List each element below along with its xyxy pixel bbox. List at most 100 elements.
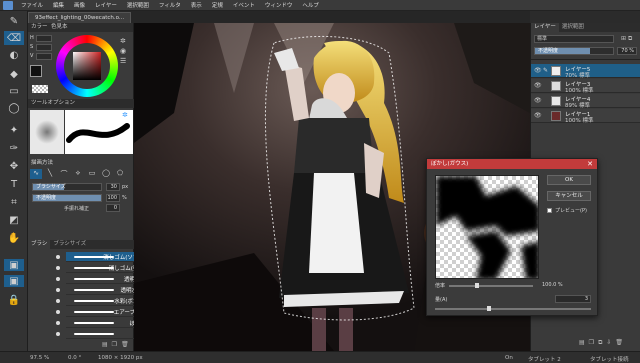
layer-opacity-slider[interactable]: 不透明度 (534, 47, 614, 55)
color-panel-title: カラー (31, 24, 48, 30)
tab-brush[interactable]: ブラシ (28, 240, 51, 249)
magic-wand-tool-icon[interactable]: ✦ (4, 123, 24, 137)
move-tool-icon[interactable]: ✥ (4, 159, 24, 173)
opacity-value[interactable]: 100 (106, 194, 120, 202)
menu-window[interactable]: ウィンドウ (260, 1, 298, 9)
menu-edit[interactable]: 編集 (48, 1, 69, 9)
eye-icon[interactable]: 👁 (534, 67, 542, 74)
lock-transparency-icon[interactable]: ⊞ (621, 35, 626, 43)
color-swatch-tab[interactable]: 色見本 (51, 24, 68, 30)
delete-layer-icon[interactable]: 🗑 (615, 339, 623, 348)
layer-mode: 100% 標準 (565, 118, 594, 124)
opacity-slider[interactable]: 不透明度 (32, 194, 102, 202)
brush-size-label: ブラシサイズ (36, 184, 66, 190)
line-icon[interactable]: ╲ (44, 169, 56, 179)
s-label: S (30, 44, 34, 50)
brush-panel-tabs: ブラシ ブラシサイズ (28, 240, 134, 249)
on-indicator: On (505, 355, 513, 361)
v-field[interactable] (36, 53, 52, 60)
brush-size-slider[interactable]: ブラシサイズ (32, 183, 102, 191)
layer-opacity-value[interactable]: 70 % (617, 47, 637, 55)
menu-event[interactable]: イベント (228, 1, 260, 9)
tab-brush-size[interactable]: ブラシサイズ (50, 240, 89, 249)
foreground-color-swatch[interactable] (30, 65, 42, 77)
saturation-value-square[interactable] (73, 52, 101, 80)
polyline-icon[interactable]: ⟡ (72, 169, 84, 179)
new-folder-icon[interactable]: ❐ (589, 339, 594, 348)
new-layer-icon[interactable]: ▤ (579, 339, 585, 348)
select-rect-tool-icon[interactable]: ▭ (4, 84, 24, 98)
blend-mode-select[interactable]: 標準 (534, 35, 614, 43)
scale-slider-thumb[interactable] (475, 283, 479, 288)
scale-slider[interactable] (449, 283, 533, 288)
eye-icon[interactable]: 👁 (534, 112, 542, 119)
delete-brush-icon[interactable]: 🗑 (121, 341, 129, 349)
menu-file[interactable]: ファイル (16, 1, 48, 9)
zoom-level[interactable]: 97.5 % (30, 355, 49, 361)
menu-ruler[interactable]: 定規 (207, 1, 228, 9)
clipping-icon[interactable]: ⧉ (628, 35, 632, 43)
amount-slider[interactable] (435, 306, 591, 311)
lasso-tool-icon[interactable]: ◯ (4, 101, 24, 115)
dropper-tool-icon[interactable]: ◐ (4, 48, 24, 62)
stabilizer-value[interactable]: 0 (106, 204, 120, 212)
pen-tool-icon[interactable]: ✎ (4, 14, 24, 28)
color-wheel[interactable] (56, 35, 118, 97)
menu-selection[interactable]: 選択範囲 (122, 1, 154, 9)
new-brush-icon[interactable]: ▤ (102, 341, 108, 349)
brush-size-value[interactable]: 30 (106, 183, 120, 191)
copy-layer-icon[interactable]: ⧉ (598, 339, 602, 348)
brush-settings-icon[interactable]: ✲ (122, 111, 128, 119)
tab-selection[interactable]: 選択範囲 (559, 23, 587, 32)
merge-layer-icon[interactable]: ⇩ (606, 339, 611, 348)
scale-label: 倍率 (435, 283, 446, 289)
layer-mode-icon[interactable]: ▣ (4, 259, 24, 271)
curve-icon[interactable]: ⌒ (58, 169, 70, 179)
amount-slider-thumb[interactable] (487, 306, 491, 311)
color-settings-icon[interactable]: ✲ (120, 37, 130, 47)
lock-icon[interactable]: 🔒 (4, 293, 24, 307)
rotation-angle[interactable]: 0.0 ° (68, 355, 81, 361)
menu-view[interactable]: 表示 (186, 1, 207, 9)
copy-brush-icon[interactable]: ❐ (112, 341, 117, 349)
layer-row[interactable]: 👁 ✎ レイヤー5 70% 標準 (531, 64, 640, 79)
gradient-tool-icon[interactable]: ◩ (4, 213, 24, 227)
layer-row[interactable]: 👁 レイヤー1 100% 標準 (531, 109, 640, 124)
layer-row[interactable]: 👁 レイヤー3 100% 標準 (531, 79, 640, 94)
eye-icon[interactable]: 👁 (534, 82, 542, 89)
blur-preview-svg (436, 176, 538, 278)
document-tab-bar: 93effect_lighting_00wecatch.o... (28, 11, 530, 23)
s-field[interactable] (36, 44, 52, 51)
transparent-color-swatch[interactable] (32, 85, 48, 93)
hand-tool-icon[interactable]: ✋ (4, 231, 24, 245)
cancel-button[interactable]: キャンセル (547, 191, 591, 201)
select-pen-tool-icon[interactable]: ✑ (4, 141, 24, 155)
color-mode-buttons: ✲ ◉ ☰ (120, 37, 130, 93)
document-tab[interactable]: 93effect_lighting_00wecatch.o... (28, 12, 132, 23)
eye-icon[interactable]: 👁 (534, 97, 542, 104)
rect-shape-icon[interactable]: ▭ (86, 169, 98, 179)
brush-indicator-icon: ✎ (543, 67, 549, 74)
layer-row[interactable]: 👁 レイヤー4 89% 標準 (531, 94, 640, 109)
menu-image[interactable]: 画像 (69, 1, 90, 9)
h-field[interactable] (36, 35, 52, 42)
amount-value[interactable]: 3 (555, 295, 591, 303)
menu-filter[interactable]: フィルタ (154, 1, 186, 9)
polygon-shape-icon[interactable]: ⬠ (114, 169, 126, 179)
edit-mode-icon[interactable]: ▣ (4, 275, 24, 287)
ok-button[interactable]: OK (547, 175, 591, 185)
layer-option-icons: ⊞ ⧉ (621, 35, 637, 43)
menu-help[interactable]: ヘルプ (297, 1, 324, 9)
eraser-tool-icon[interactable]: ⌫ (4, 31, 24, 45)
preview-checkbox[interactable] (547, 208, 552, 213)
close-icon[interactable]: ✕ (587, 159, 593, 169)
color-menu-icon[interactable]: ☰ (120, 57, 130, 67)
menu-layer[interactable]: レイヤー (90, 1, 122, 9)
color-mode-icon[interactable]: ◉ (120, 47, 130, 57)
crop-tool-icon[interactable]: ⌗ (4, 195, 24, 209)
fill-tool-icon[interactable]: ◆ (4, 67, 24, 81)
tab-layer[interactable]: レイヤー (531, 23, 559, 32)
text-tool-icon[interactable]: T (4, 177, 24, 191)
freehand-icon[interactable]: ∿ (30, 169, 42, 179)
ellipse-shape-icon[interactable]: ◯ (100, 169, 112, 179)
